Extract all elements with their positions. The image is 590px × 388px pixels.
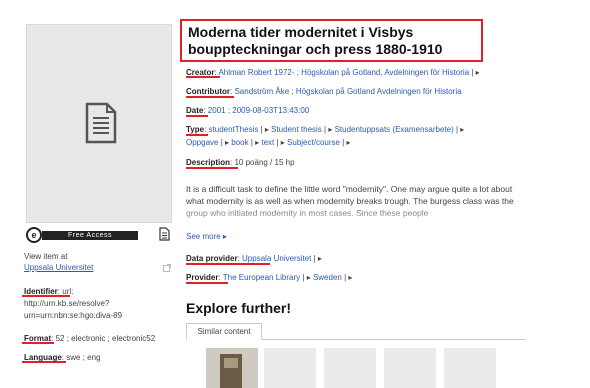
creator-link[interactable]: Ahlman Robert 1972- ; Högskolan på Gotla… [218, 68, 469, 77]
explore-heading: Explore further! [186, 300, 292, 316]
contributor-link[interactable]: Sandström Åke ; Högskolan på Gotland Avd… [234, 87, 461, 96]
provider-label: Provider [186, 273, 219, 282]
date-row: Date: 2001 ; 2009-08-03T13:43:00 [186, 106, 310, 115]
format-line: Format: 52 ; electronic ; electronic52 [24, 334, 155, 344]
document-small-icon [159, 227, 170, 241]
description-fade [186, 204, 518, 228]
provider-row: Provider: The European Library | ▸ Swede… [186, 273, 353, 282]
creator-label: Creator [186, 68, 215, 77]
format-label: Format [24, 334, 52, 343]
similar-item-image [206, 348, 258, 388]
data-provider-row: Data provider: Uppsala Universitet | ▸ [186, 254, 322, 263]
language-line: Language: swe ; eng [24, 353, 100, 363]
tab-similar-content[interactable]: Similar content [186, 323, 262, 340]
identifier-value-2: http://urn.kb.se/resolve? [24, 299, 110, 308]
similar-item-thumbnail[interactable] [324, 348, 376, 388]
format-value: : 52 ; electronic ; electronic52 [51, 334, 156, 343]
type-item[interactable]: Studentuppsats (Examensarbete) [335, 125, 454, 134]
external-link-icon[interactable] [163, 264, 171, 272]
free-access-logo: e [26, 227, 42, 243]
free-access-badge: Free Access [42, 231, 138, 240]
contributor-label: Contributor [186, 87, 230, 96]
type-item[interactable]: Oppgave [186, 138, 218, 147]
identifier-line-1: Identifier: url: [24, 287, 73, 297]
type-item[interactable]: book [231, 138, 248, 147]
description-value: 10 poäng / 15 hp [234, 158, 295, 167]
contributor-row: Contributor: Sandström Åke ; Högskolan p… [186, 87, 462, 96]
description-row: Description: 10 poäng / 15 hp [186, 158, 295, 167]
see-more-label: See more [186, 232, 221, 241]
document-icon [85, 102, 117, 144]
language-value: : swe ; eng [61, 353, 101, 362]
date-label: Date [186, 106, 204, 115]
date-link[interactable]: 2001 ; 2009-08-03T13:43:00 [208, 106, 309, 115]
type-item[interactable]: Student thesis [271, 125, 322, 134]
similar-item-thumbnail[interactable] [384, 348, 436, 388]
record-title-line-1: Moderna tider modernitet i Visbys [188, 24, 414, 40]
type-item[interactable]: text [261, 138, 274, 147]
identifier-value-3: urn=urn:nbn:se:hgo:diva-89 [24, 311, 123, 320]
free-access-row: e Free Access [26, 227, 172, 243]
creator-row: Creator: Ahlman Robert 1972- ; Högskolan… [186, 68, 480, 77]
language-label: Language [24, 353, 62, 362]
type-row-2: Oppgave | ▸ book | ▸ text | ▸ Subject/co… [186, 138, 351, 147]
type-item[interactable]: studentThesis [209, 125, 259, 134]
similar-item-thumbnail[interactable] [264, 348, 316, 388]
similar-item-thumbnail[interactable] [444, 348, 496, 388]
type-row-1: Type: studentThesis | ▸ Student thesis |… [186, 125, 465, 134]
similar-item-thumbnail[interactable] [206, 348, 258, 388]
type-label: Type [186, 125, 205, 134]
thumbnail-placeholder[interactable] [26, 24, 172, 223]
data-provider-link[interactable]: Uppsala Universitet [242, 254, 311, 263]
title-highlight-box: Moderna tider modernitet i Visbys bouppt… [180, 19, 483, 62]
record-title-line-2: bouppteckningar och press 1880-1910 [188, 41, 443, 57]
identifier-label: Identifier [24, 287, 58, 296]
provider-item[interactable]: The European Library [223, 273, 300, 282]
view-item-link[interactable]: Uppsala Universitet [24, 263, 93, 273]
description-label: Description [186, 158, 231, 167]
provider-item[interactable]: Sweden [313, 273, 342, 282]
view-item-at-label: View item at [24, 252, 68, 261]
identifier-value-1: : url: [57, 287, 74, 296]
see-more-link[interactable]: See more ▸ [186, 232, 227, 241]
type-item[interactable]: Subject/course [287, 138, 340, 147]
data-provider-label: Data provider [186, 254, 238, 263]
